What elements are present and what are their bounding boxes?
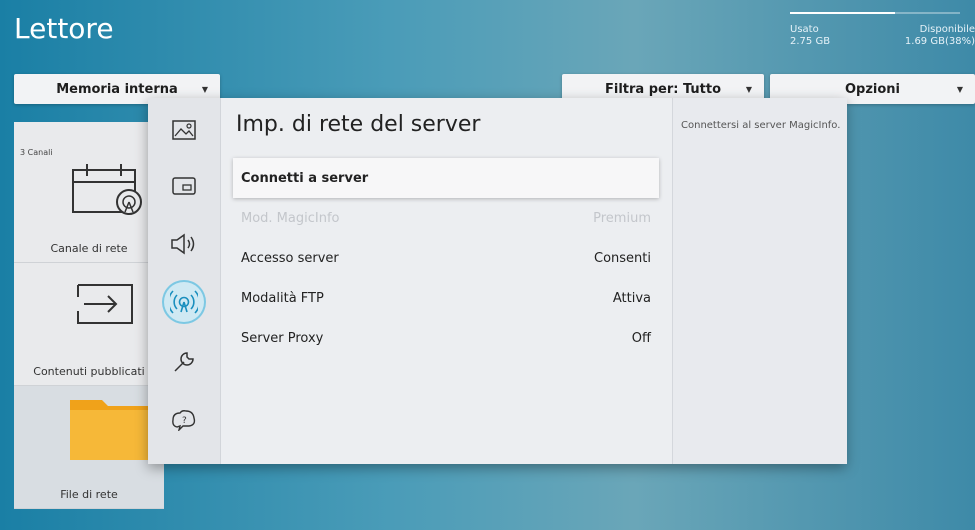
menu-item-magicinfo-mode: Mod. MagicInfo Premium [233,198,659,238]
menu-item-value: Attiva [612,290,651,306]
menu-item-label: Accesso server [241,250,339,266]
menu-item-connect-server[interactable]: Connetti a server [233,158,659,198]
card-network-channel[interactable]: 3 Canali Canale di rete [14,122,164,263]
menu-item-value: Consenti [594,250,651,266]
card-published-content[interactable]: Contenuti pubblicati [14,263,164,386]
display-icon[interactable] [162,164,206,208]
storage-free-label: Disponibile [919,24,975,35]
calendar-broadcast-icon [72,164,142,215]
menu-item-value: Off [631,330,651,346]
storage-used-value: 2.75 GB [790,36,831,47]
sound-icon[interactable] [162,222,206,266]
chevron-down-icon: ▼ [201,84,208,94]
card-label: Canale di rete [50,242,128,255]
help-pane: Connettersi al server MagicInfo. [672,98,847,464]
filter-dropdown-label: Filtra per: Tutto [604,81,722,97]
storage-indicator: Usato 2.75 GB Disponibile 1.69 GB(38%) [0,12,975,54]
menu-item-server-access[interactable]: Accesso server Consenti [233,238,659,278]
menu-item-value: Premium [593,210,651,226]
menu-item-ftp-mode[interactable]: Modalità FTP Attiva [233,278,659,318]
svg-text:?: ? [182,416,187,426]
chevron-down-icon: ▼ [745,84,752,94]
menu-item-server-proxy[interactable]: Server Proxy Off [233,318,659,358]
channel-count: 3 Canali [20,148,53,157]
options-dropdown-label: Opzioni [844,81,901,97]
support-wrench-icon[interactable] [162,340,206,384]
source-cards: 3 Canali Canale di rete Contenuti pubbli… [14,122,164,509]
network-settings-panel: ? Imp. di rete del server Connetti a ser… [148,98,847,464]
panel-title: Imp. di rete del server [236,112,481,137]
input-arrow-icon [77,284,133,324]
storage-free-value: 1.69 GB(38%) [904,36,975,47]
card-label: Contenuti pubblicati [33,365,145,378]
storage-usage-bar [790,12,960,14]
storage-used-label: Usato [790,24,819,35]
card-label: File di rete [60,488,118,501]
help-icon[interactable]: ? [162,398,206,442]
menu-item-label: Connetti a server [241,170,369,186]
card-network-files[interactable]: File di rete [14,386,164,509]
memory-dropdown-label: Memoria interna [56,81,178,97]
storage-used: Usato 2.75 GB [790,24,830,48]
settings-list: Imp. di rete del server Connetti a serve… [221,98,671,464]
network-icon[interactable] [162,280,206,324]
menu-item-label: Modalità FTP [241,290,324,306]
storage-free: Disponibile 1.69 GB(38%) [898,24,975,48]
picture-icon[interactable] [162,108,206,152]
menu-item-label: Server Proxy [241,330,324,346]
menu-item-label: Mod. MagicInfo [241,210,340,226]
help-text: Connettersi al server MagicInfo. [681,120,841,131]
chevron-down-icon: ▼ [956,84,963,94]
settings-category-rail: ? [148,98,221,464]
